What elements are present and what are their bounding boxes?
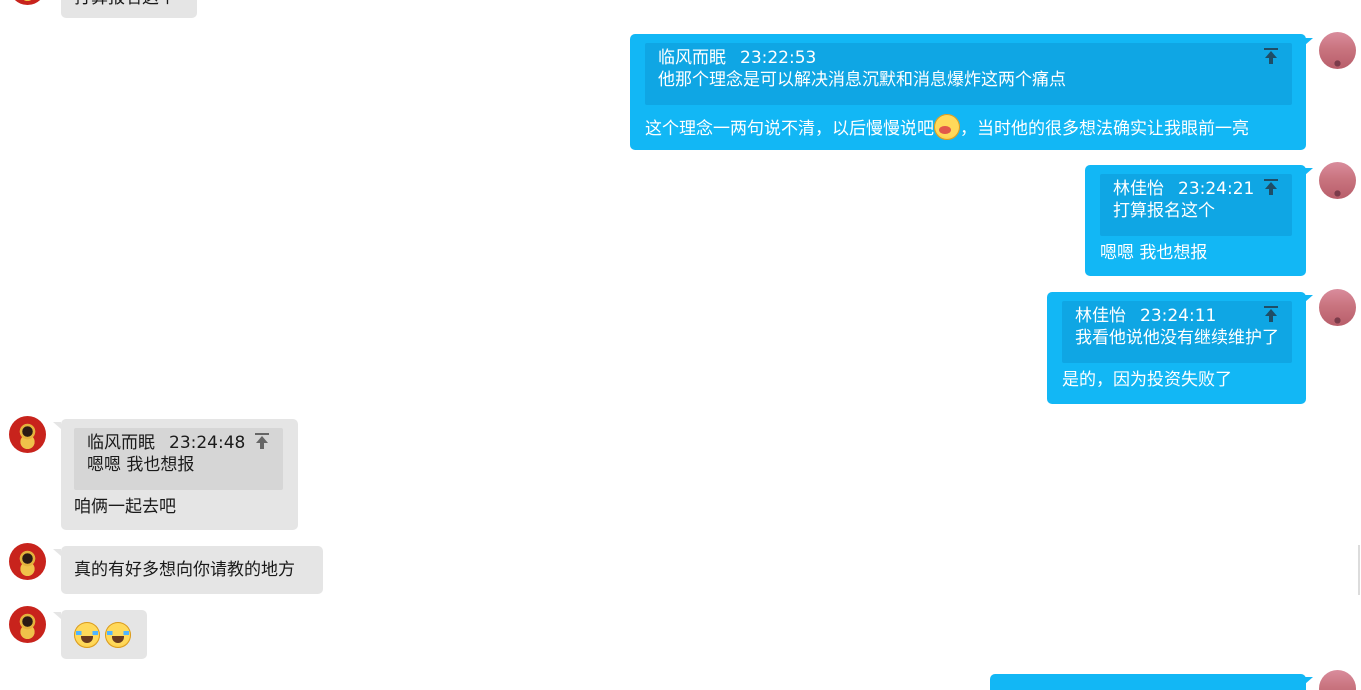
- message-bubble[interactable]: 临风而眠 23:24:48 嗯嗯 我也想报 咱俩一起去吧: [61, 419, 298, 530]
- bubble-tail: [1305, 295, 1313, 302]
- jump-to-quote-icon[interactable]: [253, 432, 271, 450]
- quote-text: 嗯嗯 我也想报: [87, 455, 195, 475]
- message-text: 真的有好多想向你请教的地方: [74, 560, 295, 580]
- quote-text: 打算报名这个: [1113, 201, 1215, 221]
- message-text-part: 这个理念一两句说不清，以后慢慢说吧: [645, 119, 934, 139]
- jump-to-quote-icon[interactable]: [1262, 305, 1280, 323]
- message-bubble[interactable]: [990, 674, 1306, 690]
- message-text: 这个理念一两句说不清，以后慢慢说吧 ，当时他的很多想法确实让我眼前一亮: [645, 114, 1249, 140]
- quote-sender: 临风而眠: [658, 48, 726, 68]
- quote-time: 23:24:11: [1140, 306, 1217, 326]
- scrollbar[interactable]: [1358, 545, 1360, 595]
- quoted-message[interactable]: 临风而眠 23:22:53 他那个理念是可以解决消息沉默和消息爆炸这两个痛点: [645, 43, 1292, 105]
- message-bubble[interactable]: 林佳怡 23:24:11 我看他说他没有继续维护了 是的，因为投资失败了: [1047, 292, 1306, 404]
- yawn-emoji-icon: [934, 114, 960, 140]
- message-text: 嗯嗯 我也想报: [1100, 243, 1208, 263]
- self-avatar[interactable]: [1319, 32, 1356, 69]
- contact-avatar[interactable]: [9, 0, 46, 5]
- quote-time: 23:24:48: [169, 433, 246, 453]
- bubble-tail: [53, 549, 61, 556]
- self-avatar[interactable]: [1319, 289, 1356, 326]
- jump-to-quote-icon[interactable]: [1262, 47, 1280, 65]
- message-bubble[interactable]: 临风而眠 23:22:53 他那个理念是可以解决消息沉默和消息爆炸这两个痛点 这个…: [630, 34, 1306, 150]
- message-text-part: ，当时他的很多想法确实让我眼前一亮: [960, 119, 1249, 139]
- jump-to-quote-icon[interactable]: [1262, 178, 1280, 196]
- quoted-message[interactable]: 林佳怡 23:24:21 打算报名这个: [1100, 174, 1292, 236]
- quote-sender: 林佳怡: [1075, 306, 1126, 326]
- quote-text: 我看他说他没有继续维护了: [1075, 328, 1279, 348]
- message-bubble[interactable]: 打算报名这个: [61, 0, 197, 18]
- message-bubble[interactable]: [61, 610, 147, 659]
- bubble-tail: [53, 422, 61, 429]
- bubble-tail: [1305, 168, 1313, 175]
- self-avatar[interactable]: [1319, 670, 1356, 690]
- self-avatar[interactable]: [1319, 162, 1356, 199]
- quoted-message[interactable]: 临风而眠 23:24:48 嗯嗯 我也想报: [74, 428, 283, 490]
- bubble-tail: [53, 612, 61, 619]
- contact-avatar[interactable]: [9, 543, 46, 580]
- quote-sender: 临风而眠: [87, 433, 155, 453]
- bubble-tail: [1305, 38, 1313, 45]
- message-text: 是的，因为投资失败了: [1062, 370, 1232, 390]
- quote-sender: 林佳怡: [1113, 179, 1164, 199]
- cry-laugh-emoji-icon: [105, 622, 132, 648]
- message-text: 咱俩一起去吧: [74, 497, 176, 517]
- message-text: 打算报名这个: [74, 0, 176, 9]
- quote-time: 23:22:53: [740, 48, 817, 68]
- contact-avatar[interactable]: [9, 416, 46, 453]
- message-bubble[interactable]: 真的有好多想向你请教的地方: [61, 546, 323, 594]
- quoted-message[interactable]: 林佳怡 23:24:11 我看他说他没有继续维护了: [1062, 301, 1292, 363]
- quote-text: 他那个理念是可以解决消息沉默和消息爆炸这两个痛点: [658, 70, 1066, 90]
- message-emojis: [74, 622, 132, 648]
- bubble-tail: [1305, 677, 1313, 684]
- cry-laugh-emoji-icon: [74, 622, 100, 648]
- message-bubble[interactable]: 林佳怡 23:24:21 打算报名这个 嗯嗯 我也想报: [1085, 165, 1306, 276]
- chat-message-area[interactable]: 打算报名这个 临风而眠 23:22:53 他那个理念是可以解决消息沉默和消息爆炸这…: [0, 0, 1361, 690]
- contact-avatar[interactable]: [9, 606, 46, 643]
- quote-time: 23:24:21: [1178, 179, 1255, 199]
